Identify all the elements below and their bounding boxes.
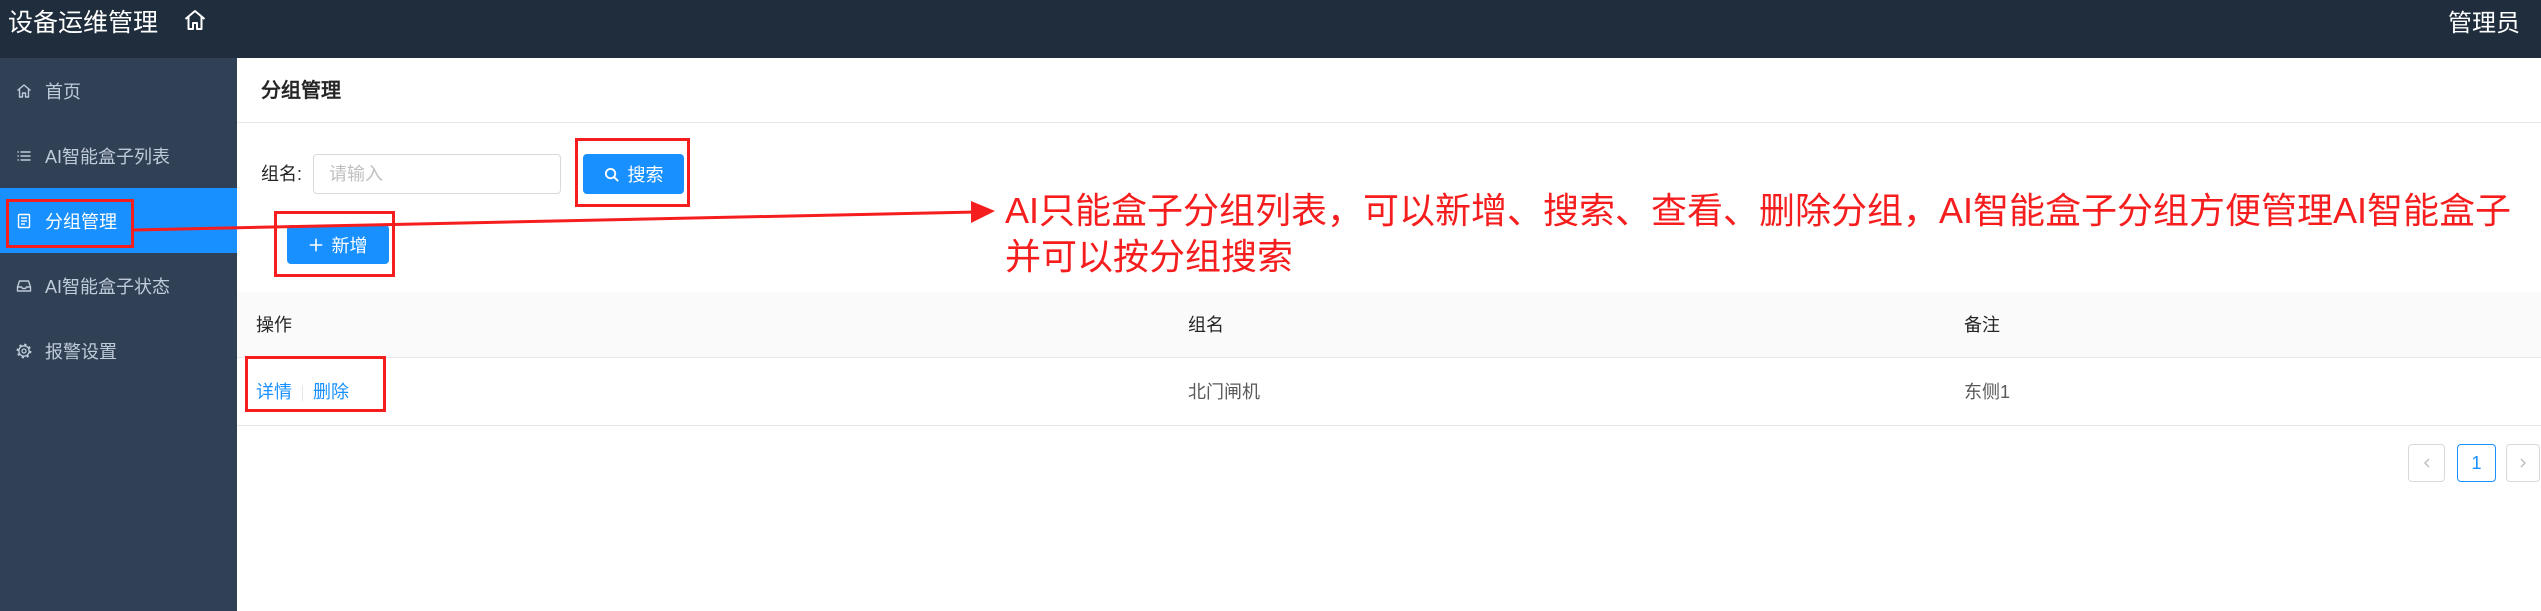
sidebar-item-label: 首页 bbox=[45, 81, 81, 102]
sidebar-item-group-management[interactable]: 分组管理 bbox=[0, 188, 237, 253]
search-icon bbox=[604, 167, 619, 182]
chevron-left-icon bbox=[2423, 458, 2430, 468]
sidebar: 首页 AI智能盒子列表 分组管理 AI智能盒子状态 报警设置 bbox=[0, 58, 237, 611]
search-button-label: 搜索 bbox=[627, 165, 664, 185]
group-table: 操作 组名 备注 详情 删除 北门闸机 东侧1 bbox=[237, 292, 2541, 426]
pagination-page-button[interactable]: 1 bbox=[2457, 444, 2496, 482]
action-divider bbox=[302, 385, 303, 402]
sidebar-item-label: AI智能盒子列表 bbox=[45, 146, 171, 167]
add-button-label: 新增 bbox=[331, 235, 368, 256]
form-icon bbox=[17, 213, 31, 228]
group-name-search-input[interactable] bbox=[313, 154, 561, 194]
group-name-label: 组名: bbox=[261, 164, 303, 184]
group-name-cell: 北门闸机 bbox=[1169, 357, 1945, 426]
user-menu[interactable]: 管理员 bbox=[2448, 9, 2520, 39]
column-header-group-name: 组名 bbox=[1169, 292, 1945, 358]
top-bar: 设备运维管理 管理员 bbox=[0, 0, 2541, 58]
sidebar-item-box-status[interactable]: AI智能盒子状态 bbox=[0, 253, 237, 318]
table-header-row: 操作 组名 备注 bbox=[237, 292, 2541, 358]
plus-icon bbox=[309, 238, 322, 251]
home-icon[interactable] bbox=[183, 8, 207, 32]
pagination-next-button[interactable] bbox=[2506, 444, 2540, 482]
column-header-remark: 备注 bbox=[1945, 292, 2541, 358]
detail-link[interactable]: 详情 bbox=[256, 382, 292, 402]
main-content: 分组管理 组名: 搜索 新增 操作 组名 备注 详 bbox=[237, 58, 2541, 611]
app-title: 设备运维管理 bbox=[8, 9, 159, 37]
sidebar-item-alarm-settings[interactable]: 报警设置 bbox=[0, 318, 237, 383]
search-button[interactable]: 搜索 bbox=[583, 154, 684, 194]
sidebar-item-label: 分组管理 bbox=[45, 211, 117, 232]
sidebar-item-label: 报警设置 bbox=[45, 341, 117, 362]
remark-cell: 东侧1 bbox=[1945, 357, 2541, 426]
actions-cell: 详情 删除 bbox=[237, 357, 1169, 426]
column-header-actions: 操作 bbox=[237, 292, 1169, 358]
sidebar-item-label: AI智能盒子状态 bbox=[45, 276, 171, 297]
home-icon bbox=[17, 83, 31, 98]
add-group-button[interactable]: 新增 bbox=[287, 225, 389, 264]
delete-link[interactable]: 删除 bbox=[313, 382, 349, 402]
gear-icon bbox=[16, 343, 32, 358]
sidebar-item-home[interactable]: 首页 bbox=[0, 58, 237, 123]
chevron-right-icon bbox=[2520, 458, 2527, 468]
page-title: 分组管理 bbox=[237, 58, 2541, 123]
inbox-icon bbox=[16, 279, 32, 292]
list-icon bbox=[17, 150, 31, 161]
sidebar-item-box-list[interactable]: AI智能盒子列表 bbox=[0, 123, 237, 188]
table-row: 详情 删除 北门闸机 东侧1 bbox=[237, 357, 2541, 426]
pagination-prev-button[interactable] bbox=[2408, 444, 2445, 482]
